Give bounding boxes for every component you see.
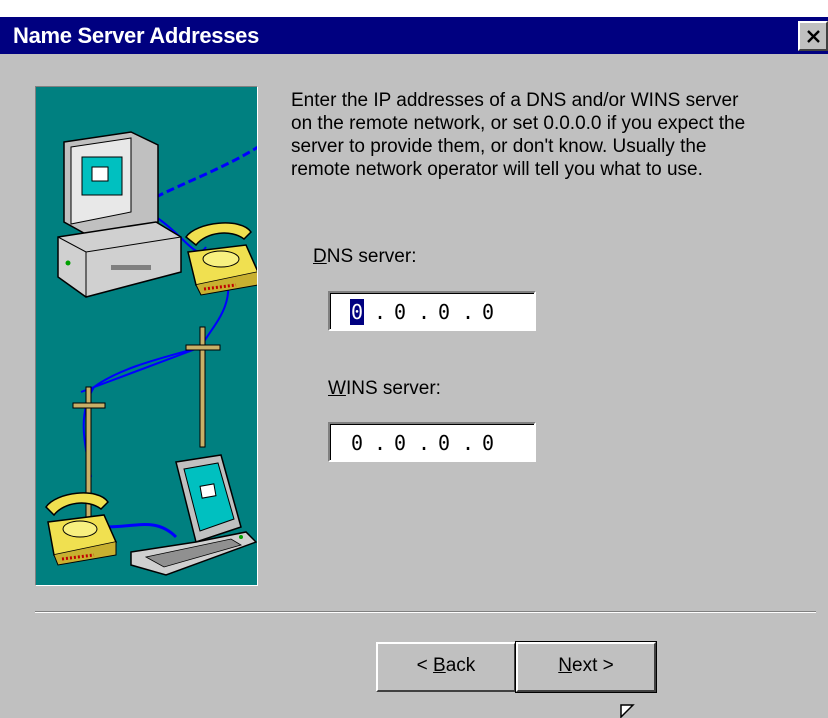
window-title: Name Server Addresses xyxy=(13,23,260,48)
title-bar: Name Server Addresses xyxy=(0,17,828,54)
wins-octet-2[interactable]: 0 xyxy=(386,431,414,455)
instruction-line: on the remote network, or set 0.0.0.0 if… xyxy=(291,113,746,134)
dns-label-accelerator: D xyxy=(313,246,327,267)
back-button-prefix: < xyxy=(416,655,434,676)
octet-separator: . xyxy=(374,300,387,324)
next-button-label: ext > xyxy=(572,655,614,676)
wins-server-input[interactable]: 0 . 0 . 0 . 0 xyxy=(328,422,536,462)
close-x-icon xyxy=(807,30,820,43)
instruction-text: Enter the IP addresses of a DNS and/or W… xyxy=(291,89,816,181)
octet-separator: . xyxy=(418,431,431,455)
back-button-accelerator: B xyxy=(433,655,446,676)
instruction-line: Enter the IP addresses of a DNS and/or W… xyxy=(291,90,739,111)
instruction-line: remote network operator will tell you wh… xyxy=(291,159,703,180)
octet-separator: . xyxy=(462,300,475,324)
dns-octet-3[interactable]: 0 xyxy=(430,300,458,324)
octet-separator: . xyxy=(418,300,431,324)
network-illustration xyxy=(35,86,258,586)
dialog-body: Enter the IP addresses of a DNS and/or W… xyxy=(0,54,828,718)
back-button[interactable]: < Back xyxy=(376,642,516,692)
octet-separator: . xyxy=(462,431,475,455)
wins-octet-1[interactable]: 0 xyxy=(343,431,371,455)
desktop-computer-icon xyxy=(57,131,182,298)
wins-label-text: INS server: xyxy=(345,378,441,399)
dns-server-label: DNS server: xyxy=(313,246,416,268)
dns-label-text: NS server: xyxy=(326,246,417,267)
dns-octet-2[interactable]: 0 xyxy=(386,300,414,324)
telephone-icon xyxy=(184,222,257,296)
telephone-icon xyxy=(45,492,118,566)
dns-server-input[interactable]: 0 . 0 . 0 . 0 xyxy=(328,291,536,331)
wins-octet-4[interactable]: 0 xyxy=(474,431,502,455)
dns-octet-1[interactable]: 0 xyxy=(343,300,371,324)
dns-octet-4[interactable]: 0 xyxy=(474,300,502,324)
separator-line xyxy=(35,611,816,613)
laptop-computer-icon xyxy=(130,454,257,576)
wins-label-accelerator: W xyxy=(328,378,346,399)
wins-octet-3[interactable]: 0 xyxy=(430,431,458,455)
wins-server-label: WINS server: xyxy=(328,378,441,400)
mouse-pointer-icon xyxy=(620,704,635,718)
back-button-label: ack xyxy=(445,655,476,676)
next-button-accelerator: N xyxy=(558,655,572,676)
next-button[interactable]: Next > xyxy=(515,641,657,693)
close-button[interactable] xyxy=(798,21,828,51)
octet-separator: . xyxy=(374,431,387,455)
instruction-line: server to provide them, or don't know. U… xyxy=(291,136,707,157)
